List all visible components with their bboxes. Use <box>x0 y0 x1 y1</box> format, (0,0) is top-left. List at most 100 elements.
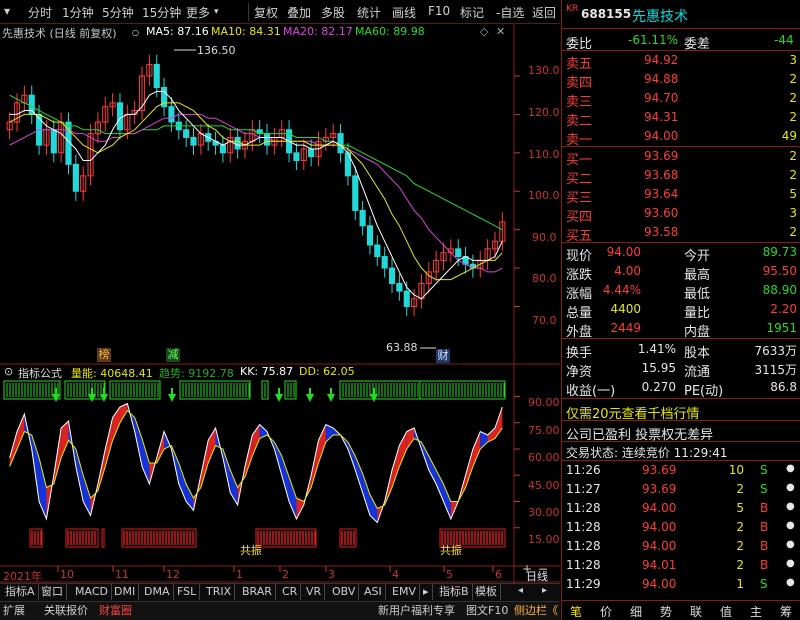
kd-ribbon <box>142 438 150 484</box>
ask-row[interactable]: 卖四 94.88 2 <box>562 70 800 91</box>
expand-button[interactable]: 扩展 <box>3 602 25 620</box>
toolbar-item-stats[interactable]: 统计 <box>357 4 381 21</box>
level-price[interactable]: 93.64 <box>644 187 678 201</box>
toolbar-item-back[interactable]: 返回 <box>532 4 556 21</box>
tab-emv[interactable]: EMV <box>389 584 420 600</box>
ask-row[interactable]: 卖三 94.70 2 <box>562 89 800 110</box>
level-price[interactable]: 94.00 <box>644 129 678 143</box>
level-price[interactable]: 94.70 <box>644 91 678 105</box>
toolbar-item-remove-watchlist[interactable]: -自选 <box>496 4 524 21</box>
quote-tab[interactable]: 笔 <box>570 603 582 620</box>
fin-value: 7633万 <box>754 344 797 358</box>
fin-label: 收益(一) <box>566 384 616 399</box>
tick-volume: 2 <box>736 558 744 572</box>
stat-row: 涨跌 4.00 最高 95.50 <box>562 262 800 283</box>
toolbar-item-draw[interactable]: 画线 <box>392 4 416 21</box>
chart-close-icon[interactable]: ✕ <box>496 25 505 38</box>
f10-graphic-button[interactable]: 图文F10 <box>466 602 508 620</box>
level-price[interactable]: 93.68 <box>644 168 678 182</box>
quote-tab[interactable]: 细 <box>630 603 642 620</box>
tab-dmi[interactable]: DMI <box>111 584 140 600</box>
list-tag-icon[interactable]: 榜 <box>97 348 111 362</box>
bid-row[interactable]: 买三 93.64 5 <box>562 185 800 206</box>
finance-tag-icon[interactable]: 财 <box>436 349 450 363</box>
toolbar-item-f10[interactable]: F10 <box>428 4 450 18</box>
quote-tab[interactable]: 联 <box>690 603 702 620</box>
tab-indicator-b[interactable]: 指标B <box>436 584 473 600</box>
quote-tab[interactable]: 主 <box>750 603 762 620</box>
stat-value: 4400 <box>610 302 641 316</box>
resonance-box <box>255 528 317 548</box>
news-promo-link[interactable]: 新用户福利专享 <box>378 602 455 620</box>
tick-volume: 2 <box>736 482 744 496</box>
level-price[interactable]: 93.58 <box>644 225 678 239</box>
ask-row[interactable]: 卖五 94.92 3 <box>562 51 800 72</box>
quote-tab[interactable]: 势 <box>660 603 672 620</box>
tab-template[interactable]: 模板 <box>472 584 501 600</box>
toolbar-item-5min[interactable]: 5分钟 <box>102 4 134 21</box>
indicator-name[interactable]: 指标公式 <box>18 365 62 381</box>
date-axis-label: 3 <box>328 568 335 581</box>
down-arrow-icon <box>327 394 335 402</box>
tick-time: 11:28 <box>566 501 601 515</box>
stock-code: 688155 <box>581 7 632 21</box>
tab-indicator-a[interactable]: 指标A <box>2 584 39 600</box>
candle-body <box>455 248 462 258</box>
tab-macd[interactable]: MACD <box>72 584 112 600</box>
tab-brar[interactable]: BRAR <box>239 584 276 600</box>
diamond-icon[interactable]: ◇ <box>480 25 488 38</box>
tab-trix[interactable]: TRIX <box>203 584 236 600</box>
more-chevron-icon[interactable]: ▾ <box>214 7 219 17</box>
toolbar-item-1min[interactable]: 1分钟 <box>62 4 94 21</box>
indicator-menu-icon[interactable]: ⊙ <box>4 365 13 378</box>
tab-dma[interactable]: DMA <box>141 584 174 600</box>
tab-vr[interactable]: VR <box>303 584 326 600</box>
zoom-out-icon[interactable]: − <box>538 562 548 576</box>
kline-chart[interactable] <box>0 24 560 584</box>
quote-tab[interactable]: 筹 <box>780 603 792 620</box>
tab-scroll-right-arrow-icon[interactable]: ▸ <box>542 585 547 596</box>
tab-obv[interactable]: OBV <box>329 584 360 600</box>
level-price[interactable]: 94.88 <box>644 72 678 86</box>
bid-row[interactable]: 买四 93.60 3 <box>562 204 800 225</box>
tab-window[interactable]: 窗口 <box>38 584 67 600</box>
toolbar-item-mark[interactable]: 标记 <box>460 4 484 21</box>
toolbar-dropdown-icon[interactable]: ▾ <box>4 4 10 18</box>
ask-row[interactable]: 卖二 94.31 2 <box>562 108 800 129</box>
tab-asi[interactable]: ASI <box>361 584 386 600</box>
level-price[interactable]: 94.92 <box>644 53 678 67</box>
level-price[interactable]: 93.60 <box>644 206 678 220</box>
tab-scroll-left-arrow-icon[interactable]: ◂ <box>518 585 523 596</box>
ask-row[interactable]: 卖一 94.00 49 <box>562 127 800 148</box>
bid-row[interactable]: 买五 93.58 2 <box>562 223 800 244</box>
level-price[interactable]: 93.69 <box>644 149 678 163</box>
zoom-in-icon[interactable]: + <box>522 562 532 576</box>
sidebar-toggle-button[interactable]: 侧边栏《 <box>514 602 558 620</box>
level-price[interactable]: 94.31 <box>644 110 678 124</box>
tab-fsl[interactable]: FSL <box>174 584 201 600</box>
bid-row[interactable]: 买二 93.68 2 <box>562 166 800 187</box>
candle-body <box>374 244 381 258</box>
toolbar-item-more[interactable]: 更多 <box>186 4 210 21</box>
quote-tab[interactable]: 价 <box>600 603 612 620</box>
stat-value: 95.50 <box>762 264 797 278</box>
low-price-marker: 63.88 <box>386 341 418 354</box>
wealth-circle-button[interactable]: 财富圈 <box>99 602 132 620</box>
related-quotes-button[interactable]: 关联报价 <box>44 602 88 620</box>
tab-cr[interactable]: CR <box>279 584 302 600</box>
toolbar-item-15min[interactable]: 15分钟 <box>142 4 181 21</box>
quote-tab[interactable]: 值 <box>720 603 732 620</box>
candle-body <box>293 152 300 161</box>
volume-legend: 量能: 40648.41 <box>71 367 153 380</box>
bid-row[interactable]: 买一 93.69 2 <box>562 147 800 168</box>
reduce-tag-icon[interactable]: 减 <box>166 348 180 362</box>
trade-status: 交易状态: 连续竞价 11:29:41 <box>566 446 728 460</box>
toolbar-item-multi-stock[interactable]: 多股 <box>321 4 345 21</box>
toolbar-item-overlay[interactable]: 叠加 <box>287 4 311 21</box>
promo-row[interactable]: 仅需20元查看千档行情 <box>562 401 800 422</box>
toolbar-item-intraday[interactable]: 分时 <box>28 4 52 21</box>
tab-scroll-left-icon[interactable]: ▸ <box>420 584 433 600</box>
level-volume: 3 <box>789 206 797 220</box>
level-volume: 49 <box>781 129 797 143</box>
toolbar-item-fuquan[interactable]: 复权 <box>254 4 278 21</box>
